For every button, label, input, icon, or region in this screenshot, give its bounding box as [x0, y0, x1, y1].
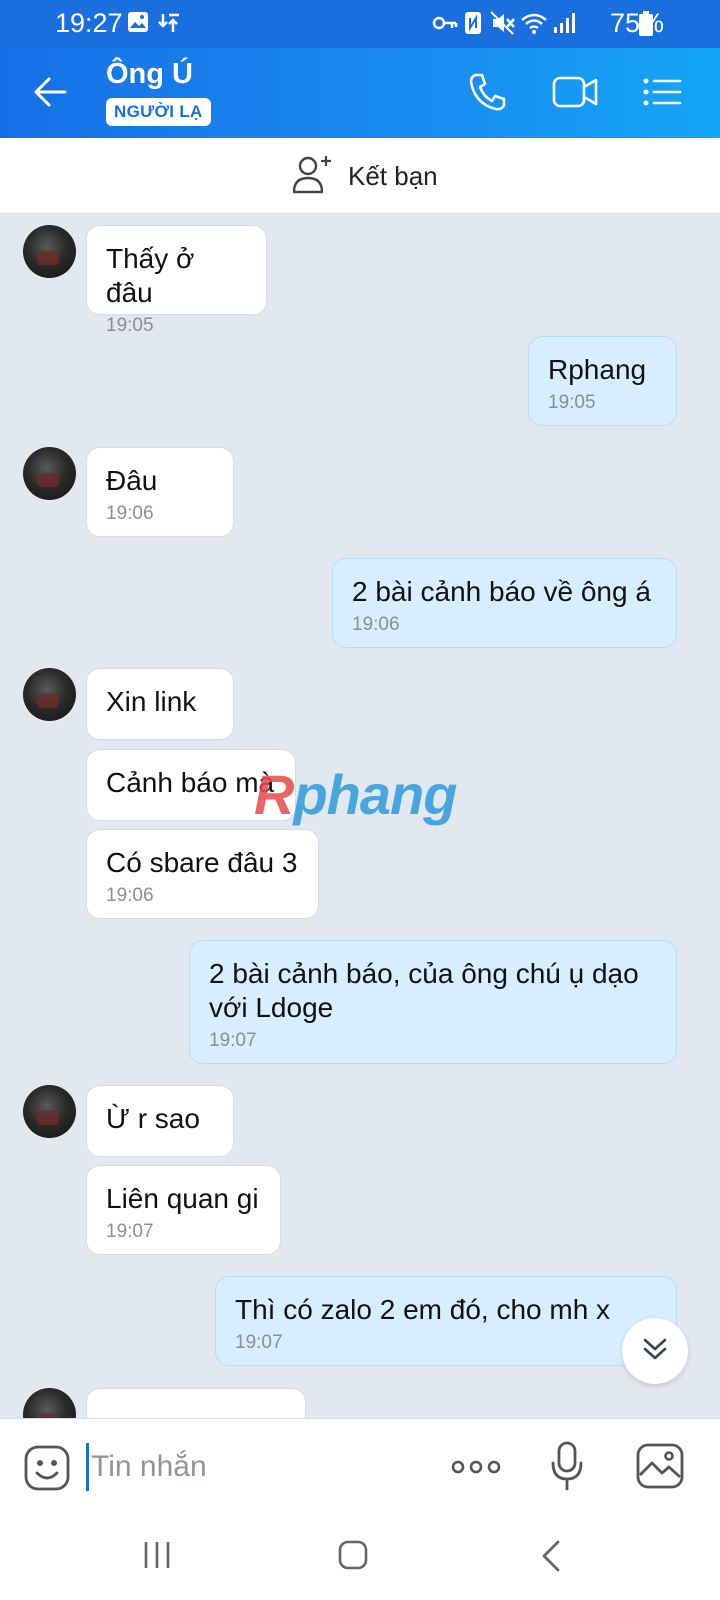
- message-time: 19:06: [352, 614, 400, 635]
- message-text: Rphang: [548, 354, 647, 385]
- nfc-icon: [464, 11, 482, 40]
- message-bubble[interactable]: [86, 1388, 306, 1418]
- message-bubble[interactable]: Liên quan gi 19:07: [86, 1165, 281, 1255]
- message-bubble[interactable]: Thì có zalo 2 em đó, cho mh x 19:07: [215, 1276, 677, 1366]
- message-bubble[interactable]: Rphang 19:05: [528, 336, 677, 426]
- message-list[interactable]: Thấy ở đâu 19:05 Rphang 19:05 Đâu 19:06 …: [0, 214, 720, 1418]
- download-icon: [157, 11, 181, 40]
- message-time: 19:07: [235, 1332, 283, 1353]
- message-text: Thấy ở đâu: [106, 243, 195, 308]
- home-icon[interactable]: [338, 1540, 368, 1575]
- message-bubble[interactable]: 2 bài cảnh báo về ông á 19:06: [332, 558, 677, 648]
- message-text: Có sbare đâu 3: [106, 847, 298, 878]
- add-friend-label: Kết bạn: [348, 160, 438, 191]
- status-time: 19:27: [55, 8, 123, 38]
- voice-call-icon[interactable]: [468, 72, 506, 117]
- mute-icon: [490, 11, 516, 40]
- microphone-icon[interactable]: [550, 1441, 584, 1496]
- message-bubble[interactable]: 2 bài cảnh báo, của ông chú ụ dạo với Ld…: [189, 940, 677, 1064]
- message-time: 19:07: [209, 1030, 257, 1051]
- message-bubble[interactable]: Thấy ở đâu 19:05: [86, 225, 267, 336]
- avatar[interactable]: [23, 668, 76, 721]
- avatar[interactable]: [23, 1388, 76, 1418]
- back-nav-icon[interactable]: [540, 1540, 562, 1577]
- recent-apps-icon[interactable]: [142, 1540, 172, 1575]
- more-options-icon[interactable]: [451, 1457, 501, 1482]
- add-friend-bar: Kết bạn: [0, 138, 720, 214]
- message-time: 19:07: [106, 1221, 154, 1242]
- add-person-icon: [292, 154, 334, 199]
- menu-list-icon[interactable]: [642, 72, 682, 117]
- wifi-icon: [520, 11, 548, 40]
- message-bubble[interactable]: Có sbare đâu 3 19:06: [86, 829, 319, 919]
- video-call-icon[interactable]: [552, 72, 598, 117]
- message-text: Đâu: [106, 465, 158, 496]
- stranger-badge: NGƯỜI LẠ: [106, 98, 211, 126]
- message-time: 19:06: [106, 503, 154, 524]
- status-bar: 19:27 75%: [0, 0, 720, 48]
- message-time: 19:05: [548, 392, 596, 413]
- scroll-to-bottom-button[interactable]: [622, 1318, 688, 1384]
- message-text: 2 bài cảnh báo về ông á: [352, 576, 651, 607]
- avatar[interactable]: [23, 225, 76, 278]
- key-icon: [432, 11, 458, 40]
- back-arrow-icon[interactable]: [32, 74, 68, 115]
- gallery-icon: [127, 11, 149, 38]
- message-text: Thì có zalo 2 em đó, cho mh x: [235, 1294, 611, 1325]
- message-input-bar: [0, 1418, 720, 1514]
- message-bubble[interactable]: Đâu 19:06: [86, 447, 234, 537]
- add-friend-button[interactable]: Kết bạn: [292, 154, 438, 199]
- message-text: Xin link: [106, 686, 197, 717]
- system-nav-bar: [0, 1514, 720, 1600]
- sticker-icon[interactable]: [24, 1445, 70, 1496]
- message-bubble[interactable]: Ừ r sao: [86, 1085, 234, 1157]
- message-time: 19:05: [106, 315, 154, 336]
- double-chevron-down-icon: [640, 1334, 670, 1369]
- avatar[interactable]: [23, 1085, 76, 1138]
- message-text: Ừ r sao: [106, 1103, 200, 1134]
- message-text: Cảnh báo mà: [106, 767, 275, 798]
- chat-header: Ông Ú NGƯỜI LẠ: [0, 48, 720, 138]
- message-input[interactable]: [86, 1443, 446, 1491]
- message-text: 2 bài cảnh báo, của ông chú ụ dạo với Ld…: [209, 958, 639, 1023]
- watermark-logo: Rphang: [254, 763, 457, 826]
- battery-icon: [638, 11, 654, 42]
- avatar[interactable]: [23, 447, 76, 500]
- message-bubble[interactable]: Xin link: [86, 668, 234, 740]
- signal-icon: [552, 11, 576, 40]
- image-icon[interactable]: [636, 1443, 684, 1494]
- message-text: Liên quan gi: [106, 1183, 259, 1214]
- message-time: 19:06: [106, 885, 154, 906]
- contact-name[interactable]: Ông Ú: [106, 58, 193, 91]
